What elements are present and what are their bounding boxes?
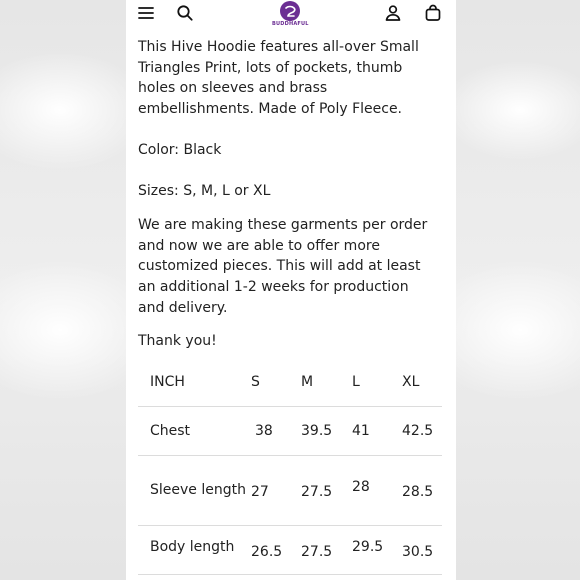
cell-value: 27 <box>251 455 301 526</box>
product-description-panel: BUDDHAFUL This Hive Hoodie features all-… <box>126 0 456 580</box>
table-row: Sleeve length 27 27.5 28 28.5 <box>138 455 442 526</box>
row-label: Body length <box>138 525 251 575</box>
cell-value: 41 <box>352 406 402 456</box>
cell-value: 30.5 <box>402 525 442 575</box>
header-cell-l: L <box>352 358 402 407</box>
product-description-text: This Hive Hoodie features all-over Small… <box>138 39 419 118</box>
cell-value: 28.5 <box>402 455 442 526</box>
search-icon[interactable] <box>175 3 195 23</box>
cell-value: 38 <box>251 406 301 456</box>
cell-value: 27.5 <box>301 525 352 575</box>
row-label: Sleeve length <box>138 455 251 526</box>
cell-text: 29.5 <box>352 538 384 555</box>
thank-you-text: Thank you! <box>138 333 217 349</box>
brand-logo[interactable]: BUDDHAFUL <box>272 0 309 28</box>
table-row: Chest 38 39.5 41 42.5 <box>138 406 442 456</box>
cell-value: 39.5 <box>301 406 352 456</box>
cell-text: 38 <box>255 422 273 439</box>
production-note-text: We are making these garments per order a… <box>138 217 428 316</box>
cell-value: 26.5 <box>251 525 301 575</box>
header-cell-s: S <box>251 358 301 407</box>
cell-value: 27.5 <box>301 455 352 526</box>
cell-text: 30.5 <box>402 543 434 560</box>
row-label: Chest <box>138 406 251 456</box>
cell-value: 29.5 <box>352 525 402 575</box>
table-header-row: INCH S M L XL <box>138 358 442 407</box>
size-chart-table: INCH S M L XL Chest 38 39.5 41 42.5 Slee… <box>138 358 442 575</box>
account-icon[interactable] <box>383 3 403 23</box>
cell-text: Body length <box>150 538 235 555</box>
header-cell-unit: INCH <box>138 358 251 407</box>
bag-icon[interactable] <box>423 3 443 23</box>
header-cell-xl: XL <box>402 358 442 407</box>
cell-text: 27 <box>251 484 269 501</box>
cell-text: 27.5 <box>301 543 333 560</box>
cell-value: 42.5 <box>402 406 442 456</box>
cell-text: 28 <box>352 479 370 496</box>
cell-text: 26.5 <box>251 543 283 560</box>
brand-name: BUDDHAFUL <box>272 21 309 27</box>
top-navigation-bar: BUDDHAFUL <box>126 0 456 28</box>
product-color-text: Color: Black <box>138 142 222 158</box>
cell-text: 28.5 <box>402 484 434 501</box>
product-sizes-text: Sizes: S, M, L or XL <box>138 183 271 199</box>
cell-text: 27.5 <box>301 484 333 501</box>
table-row: Body length 26.5 27.5 29.5 30.5 <box>138 525 442 575</box>
menu-icon[interactable] <box>136 3 156 23</box>
cell-value: 28 <box>352 455 402 526</box>
header-cell-m: M <box>301 358 352 407</box>
logo-mark-icon <box>280 1 300 21</box>
